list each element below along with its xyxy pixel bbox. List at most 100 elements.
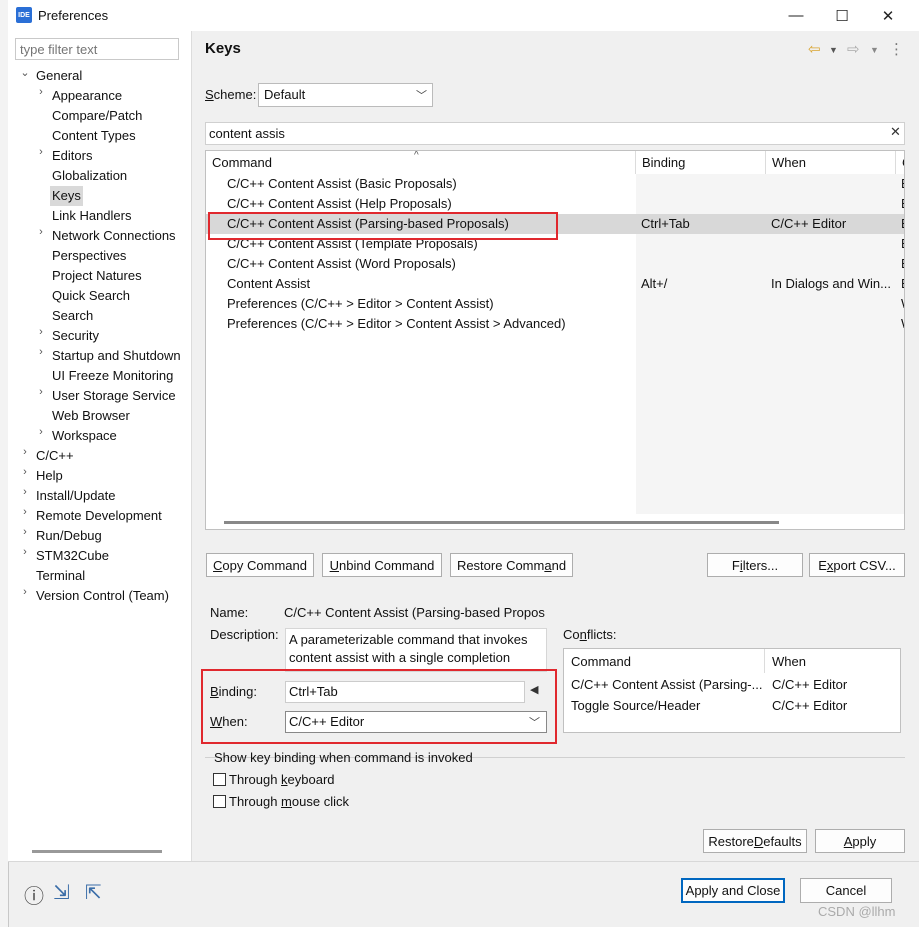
- tree-item[interactable]: UI Freeze Monitoring: [50, 366, 175, 386]
- clear-search-icon[interactable]: ✕: [890, 124, 901, 140]
- column-header-category[interactable]: C: [896, 151, 904, 174]
- chevron-down-icon: ﹀: [416, 90, 427, 102]
- tree-item[interactable]: Workspace: [50, 426, 119, 446]
- table-cell-binding: [641, 174, 761, 194]
- tree-item[interactable]: Run/Debug: [34, 526, 104, 546]
- export-preferences-icon[interactable]: ⇱: [85, 880, 102, 905]
- table-cell-when: [771, 234, 893, 254]
- chevron-right-icon[interactable]: ›: [36, 146, 46, 166]
- tree-scrollbar[interactable]: [32, 850, 162, 853]
- chevron-right-icon[interactable]: ›: [36, 326, 46, 346]
- tree-item[interactable]: Terminal: [34, 566, 87, 586]
- view-menu-icon[interactable]: ⋮: [889, 40, 904, 58]
- description-label: Description:: [210, 627, 279, 642]
- cancel-button[interactable]: Cancel: [800, 878, 892, 903]
- table-cell-binding: [641, 234, 761, 254]
- conflicts-label: Conflicts:: [563, 627, 617, 642]
- tree-item[interactable]: Content Types: [50, 126, 138, 146]
- table-cell-cat: E: [901, 194, 904, 214]
- tree-item[interactable]: Network Connections: [50, 226, 178, 246]
- minimize-button[interactable]: —: [773, 0, 819, 31]
- through-mouse-click-checkbox[interactable]: [213, 795, 226, 808]
- chevron-right-icon[interactable]: ›: [36, 226, 46, 246]
- tree-item[interactable]: Web Browser: [50, 406, 132, 426]
- chevron-right-icon[interactable]: ›: [20, 526, 30, 546]
- forward-menu-chevron-icon[interactable]: ▼: [870, 45, 879, 55]
- name-value: C/C++ Content Assist (Parsing-based Prop…: [284, 605, 545, 620]
- table-scrollbar[interactable]: [224, 521, 779, 524]
- table-cell-when: [771, 174, 893, 194]
- export-csv-button[interactable]: Ex port CSV...: [809, 553, 905, 577]
- tree-item[interactable]: Startup and Shutdown: [50, 346, 183, 366]
- conflict-cell-command: C/C++ Content Assist (Parsing-...: [571, 677, 763, 692]
- chevron-right-icon[interactable]: ›: [20, 546, 30, 566]
- through-keyboard-checkbox[interactable]: [213, 773, 226, 786]
- tree-item[interactable]: Quick Search: [50, 286, 132, 306]
- tree-item[interactable]: User Storage Service: [50, 386, 178, 406]
- restore-command-button[interactable]: Restore Comm a nd: [450, 553, 573, 577]
- chevron-right-icon[interactable]: ›: [20, 486, 30, 506]
- copy-command-button[interactable]: Copy Command: [206, 553, 314, 577]
- chevron-right-icon[interactable]: ›: [36, 386, 46, 406]
- column-header-when[interactable]: When: [766, 151, 896, 174]
- watermark: CSDN @llhm: [818, 904, 896, 919]
- tree-item[interactable]: Compare/Patch: [50, 106, 144, 126]
- tree-item[interactable]: Editors: [50, 146, 94, 166]
- apply-button[interactable]: Apply: [815, 829, 905, 853]
- column-header-binding[interactable]: Binding: [636, 151, 766, 174]
- conflicts-header-command[interactable]: Command: [571, 654, 631, 669]
- tree-item[interactable]: Keys: [50, 186, 83, 206]
- through-mouse-click-label[interactable]: Through mouse click: [229, 794, 349, 809]
- table-cell-when: C/C++ Editor: [771, 216, 847, 231]
- scheme-label: Scheme:: [205, 87, 257, 102]
- chevron-right-icon[interactable]: ›: [36, 346, 46, 366]
- tree-item[interactable]: Install/Update: [34, 486, 118, 506]
- key-bindings-table[interactable]: Command ^ Binding When C C/C++ Content A…: [205, 150, 905, 530]
- chevron-right-icon[interactable]: ›: [36, 426, 46, 446]
- maximize-button[interactable]: ☐: [819, 0, 865, 31]
- import-preferences-icon[interactable]: ⇲: [53, 880, 70, 905]
- table-cell-cat: W: [901, 294, 904, 314]
- command-search-input[interactable]: content assis: [205, 122, 905, 145]
- filter-input[interactable]: [15, 38, 179, 60]
- tree-item[interactable]: C/C++: [34, 446, 76, 466]
- restore-defaults-button[interactable]: Restore Defaults: [703, 829, 807, 853]
- scheme-select[interactable]: Default ﹀: [258, 83, 433, 107]
- conflict-cell-command: Toggle Source/Header: [571, 698, 701, 713]
- table-cell-when: In Dialogs and Win...: [771, 276, 891, 291]
- tree-item[interactable]: Remote Development: [34, 506, 164, 526]
- tree-item[interactable]: General: [34, 66, 84, 86]
- tree-item[interactable]: Help: [34, 466, 65, 486]
- tree-item[interactable]: Appearance: [50, 86, 124, 106]
- back-arrow-icon[interactable]: ⇦: [808, 40, 821, 58]
- through-keyboard-label[interactable]: Through keyboard: [229, 772, 335, 787]
- filters-button[interactable]: Fi lters...: [707, 553, 803, 577]
- tree-item[interactable]: STM32Cube: [34, 546, 111, 566]
- help-icon[interactable]: ⓘ: [24, 880, 44, 909]
- tree-item[interactable]: Version Control (Team): [34, 586, 171, 606]
- column-header-command[interactable]: Command ^: [206, 151, 636, 174]
- close-button[interactable]: ✕: [865, 0, 911, 31]
- bottom-separator: [8, 861, 919, 862]
- tree-item[interactable]: Project Natures: [50, 266, 144, 286]
- apply-and-close-button[interactable]: Apply and Close: [681, 878, 785, 903]
- chevron-down-icon[interactable]: ⌄: [20, 66, 30, 86]
- forward-arrow-icon[interactable]: ⇨: [847, 40, 860, 58]
- table-cell-cat: E: [901, 214, 904, 234]
- window-title: Preferences: [38, 8, 109, 23]
- conflicts-table[interactable]: Command When C/C++ Content Assist (Parsi…: [563, 648, 901, 733]
- tree-item[interactable]: Perspectives: [50, 246, 128, 266]
- tree-item[interactable]: Link Handlers: [50, 206, 134, 226]
- tree-item[interactable]: Globalization: [50, 166, 129, 186]
- chevron-right-icon[interactable]: ›: [20, 506, 30, 526]
- tree-item[interactable]: Search: [50, 306, 95, 326]
- table-cell-command: C/C++ Content Assist (Word Proposals): [227, 256, 456, 271]
- unbind-command-button[interactable]: Unbind Command: [322, 553, 442, 577]
- back-menu-chevron-icon[interactable]: ▼: [829, 45, 838, 55]
- chevron-right-icon[interactable]: ›: [36, 86, 46, 106]
- chevron-right-icon[interactable]: ›: [20, 446, 30, 466]
- tree-item[interactable]: Security: [50, 326, 101, 346]
- conflicts-header-when[interactable]: When: [772, 654, 806, 669]
- chevron-right-icon[interactable]: ›: [20, 466, 30, 486]
- chevron-right-icon[interactable]: ›: [20, 586, 30, 606]
